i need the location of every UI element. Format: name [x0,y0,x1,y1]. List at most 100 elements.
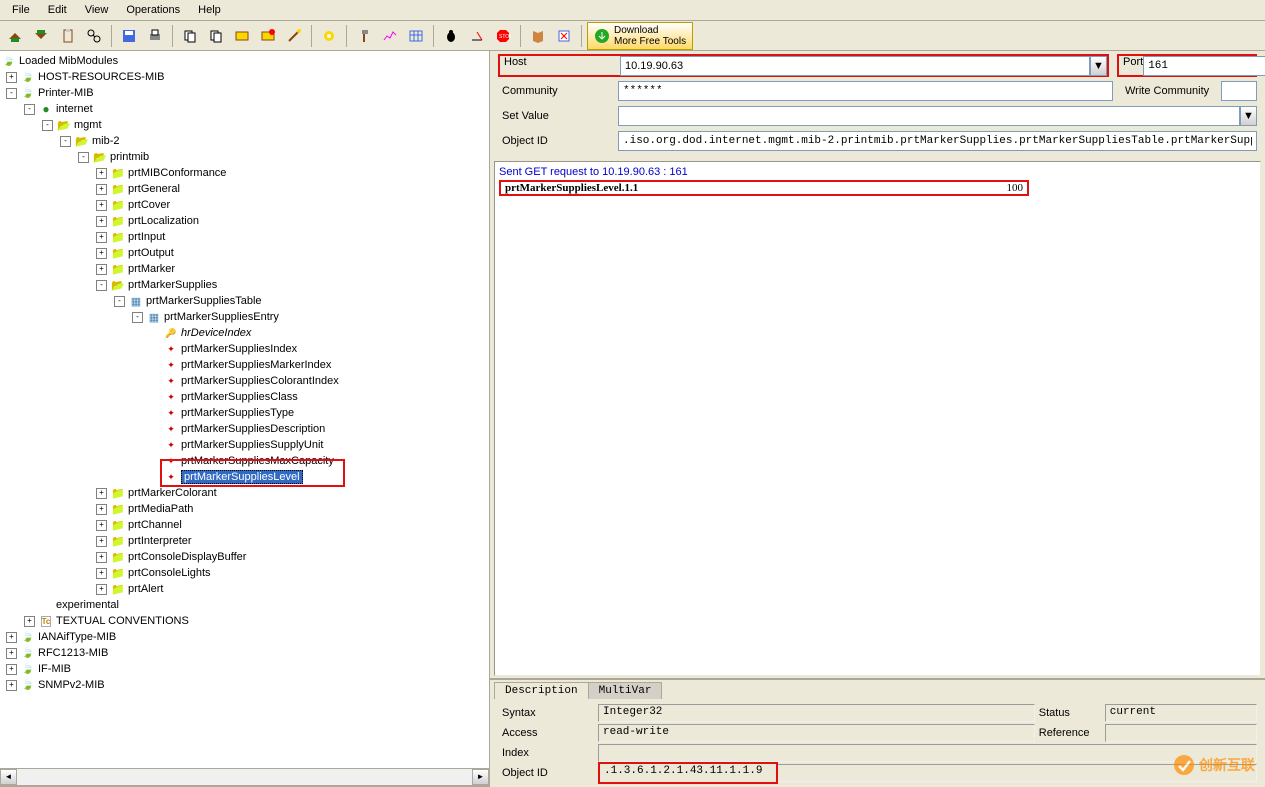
port-input[interactable] [1143,56,1265,76]
expand-icon[interactable]: + [6,648,17,659]
node-mssupplyunit[interactable]: prtMarkerSuppliesSupplyUnit [181,439,323,451]
node-conformance[interactable]: prtMIBConformance [128,167,226,179]
hammer-icon[interactable] [352,24,376,48]
expand-icon[interactable]: + [6,680,17,691]
save-icon[interactable] [117,24,141,48]
node-msdesc[interactable]: prtMarkerSuppliesDescription [181,423,325,435]
expand-icon[interactable]: + [24,616,35,627]
collapse-icon[interactable]: - [60,136,71,147]
clipboard-icon[interactable] [56,24,80,48]
load-mib-icon[interactable] [4,24,28,48]
node-msmarkeridx[interactable]: prtMarkerSuppliesMarkerIndex [181,359,331,371]
host-combo[interactable]: ▼ [620,56,1107,75]
collapse-icon[interactable]: - [42,120,53,131]
node-hostres[interactable]: HOST-RESOURCES-MIB [38,71,165,83]
node-snmpv2[interactable]: SNMPv2-MIB [38,679,105,691]
writecommunity-input[interactable] [1221,81,1257,101]
scroll-left-icon[interactable]: ◄ [0,769,17,785]
table-icon[interactable] [404,24,428,48]
community-input[interactable] [618,81,1113,101]
node-mstype[interactable]: prtMarkerSuppliesType [181,407,294,419]
node-msclass[interactable]: prtMarkerSuppliesClass [181,391,298,403]
node-printmib[interactable]: printmib [110,151,149,163]
expand-icon[interactable]: + [96,568,107,579]
node-cover[interactable]: prtCover [128,199,170,211]
book-icon[interactable] [526,24,550,48]
node-markersupplies[interactable]: prtMarkerSupplies [128,279,217,291]
objectid-input[interactable] [618,131,1257,151]
node-rfc1213[interactable]: RFC1213-MIB [38,647,108,659]
scroll-right-icon[interactable]: ► [472,769,489,785]
menu-file[interactable]: File [4,2,38,18]
expand-icon[interactable]: + [6,632,17,643]
expand-icon[interactable]: + [96,248,107,259]
node-mscoloridx[interactable]: prtMarkerSuppliesColorantIndex [181,375,339,387]
tab-multivar[interactable]: MultiVar [588,682,663,699]
gear-icon[interactable] [317,24,341,48]
expand-icon[interactable]: + [96,216,107,227]
paste-icon[interactable] [204,24,228,48]
expand-icon[interactable]: + [96,504,107,515]
expand-icon[interactable]: + [96,552,107,563]
expand-icon[interactable]: + [96,184,107,195]
menu-operations[interactable]: Operations [118,2,188,18]
step-icon[interactable] [465,24,489,48]
node-mib2[interactable]: mib-2 [92,135,120,147]
expand-icon[interactable]: + [6,72,17,83]
print-icon[interactable] [143,24,167,48]
cut-icon[interactable] [230,24,254,48]
node-hrdevidx[interactable]: hrDeviceIndex [181,327,251,339]
node-ianaif[interactable]: IANAifType-MIB [38,631,116,643]
copy-icon[interactable] [178,24,202,48]
tab-description[interactable]: Description [494,682,589,699]
node-cdbuffer[interactable]: prtConsoleDisplayBuffer [128,551,246,563]
node-marker[interactable]: prtMarker [128,263,175,275]
node-msindex[interactable]: prtMarkerSuppliesIndex [181,343,297,355]
stop-icon[interactable]: STOP [491,24,515,48]
node-ifmib[interactable]: IF-MIB [38,663,71,675]
node-internet[interactable]: internet [56,103,93,115]
chevron-down-icon[interactable]: ▼ [1090,56,1107,76]
menu-view[interactable]: View [77,2,117,18]
expand-icon[interactable]: + [96,264,107,275]
node-clights[interactable]: prtConsoleLights [128,567,211,579]
wand-icon[interactable] [282,24,306,48]
node-mediapath[interactable]: prtMediaPath [128,503,193,515]
find-icon[interactable] [82,24,106,48]
expand-icon[interactable]: + [96,536,107,547]
node-general[interactable]: prtGeneral [128,183,180,195]
node-msentry[interactable]: prtMarkerSuppliesEntry [164,311,279,323]
node-mstable[interactable]: prtMarkerSuppliesTable [146,295,262,307]
node-channel[interactable]: prtChannel [128,519,182,531]
collapse-icon[interactable]: - [24,104,35,115]
expand-icon[interactable]: + [96,488,107,499]
expand-icon[interactable]: + [6,664,17,675]
setvalue-combo[interactable]: ▼ [618,106,1257,126]
tool-icon[interactable] [256,24,280,48]
node-mgmt[interactable]: mgmt [74,119,102,131]
unload-mib-icon[interactable] [30,24,54,48]
download-button[interactable]: Download More Free Tools [587,22,693,50]
collapse-icon[interactable]: - [132,312,143,323]
graph-icon[interactable] [378,24,402,48]
node-input[interactable]: prtInput [128,231,165,243]
expand-icon[interactable]: + [96,232,107,243]
menu-edit[interactable]: Edit [40,2,75,18]
node-output[interactable]: prtOutput [128,247,174,259]
collapse-icon[interactable]: - [6,88,17,99]
setvalue-input[interactable] [618,106,1240,126]
node-experimental[interactable]: experimental [56,599,119,611]
menu-help[interactable]: Help [190,2,229,18]
host-input[interactable] [620,56,1090,76]
expand-icon[interactable]: + [96,584,107,595]
node-localization[interactable]: prtLocalization [128,215,199,227]
expand-icon[interactable]: + [96,200,107,211]
mib-tree[interactable]: Loaded MibModules +HOST-RESOURCES-MIB -P… [0,51,489,695]
expand-icon[interactable]: + [96,520,107,531]
node-markercolorant[interactable]: prtMarkerColorant [128,487,217,499]
collapse-icon[interactable]: - [96,280,107,291]
node-alert[interactable]: prtAlert [128,583,163,595]
node-textconv[interactable]: TEXTUAL CONVENTIONS [56,615,189,627]
collapse-icon[interactable]: - [78,152,89,163]
clear-icon[interactable] [552,24,576,48]
